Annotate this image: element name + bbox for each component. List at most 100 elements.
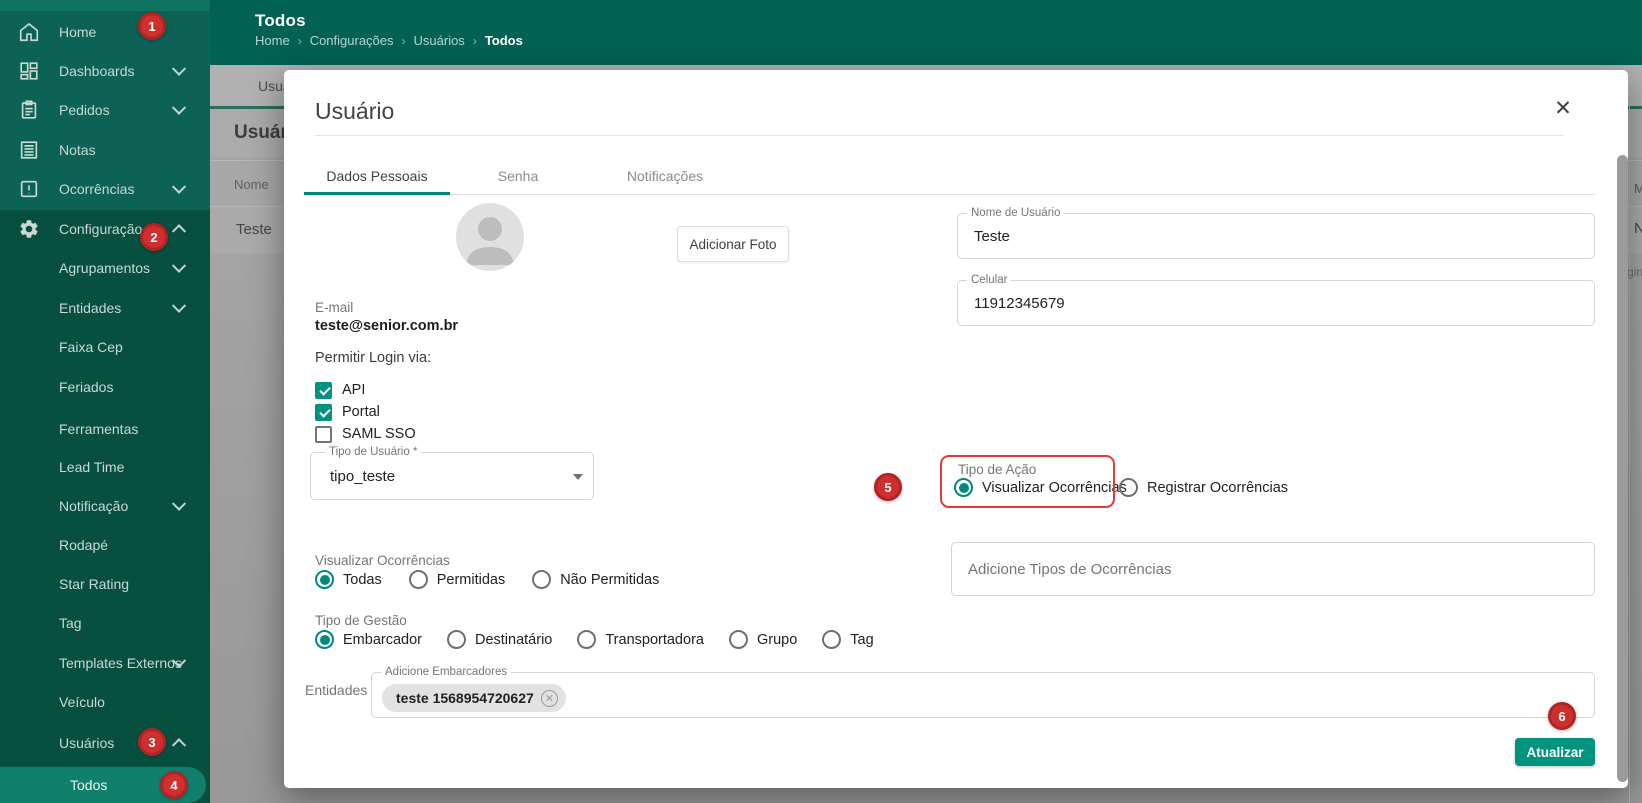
annotation-step-3: 3 (138, 728, 166, 756)
nome-usuario-field[interactable]: Nome de Usuário Teste (957, 207, 1595, 259)
checkbox-saml-sso[interactable]: SAML SSO (315, 424, 416, 444)
background-text-fragment: gin- (1627, 265, 1642, 279)
radio-grupo[interactable]: Grupo (728, 630, 798, 649)
celular-label: Celular (967, 274, 1012, 287)
breadcrumb-separator-icon: › (401, 34, 406, 48)
annotation-step-5: 5 (874, 473, 902, 501)
sidebar-item-ocorrencias[interactable]: Ocorrências (0, 170, 210, 208)
sidebar-item-label: Tag (59, 615, 82, 631)
close-icon[interactable]: ✕ (1550, 96, 1576, 122)
radio-label: Não Permitidas (560, 571, 660, 588)
sidebar-item-notificacao[interactable]: Notificação (0, 487, 210, 525)
screen: Todos Home › Configurações › Usuários › Todos … (0, 0, 1642, 803)
tab-dados-pessoais[interactable]: Dados Pessoais (326, 168, 427, 184)
chevron-down-icon (171, 496, 187, 511)
radio-todas[interactable]: Todas (315, 570, 382, 589)
atualizar-button[interactable]: Atualizar (1515, 738, 1595, 766)
sidebar-item-label: Entidades (59, 300, 122, 316)
sidebar-item-label: Notificação (59, 498, 129, 514)
chevron-down-icon (573, 474, 583, 480)
radio-tag[interactable]: Tag (822, 630, 874, 649)
checkbox-portal[interactable]: Portal (315, 402, 380, 422)
annotation-step-1: 1 (138, 12, 166, 40)
radio-label: Grupo (756, 631, 798, 648)
radio-embarcador[interactable]: Embarcador (315, 630, 422, 649)
sidebar-item-usuarios[interactable]: Usuários (0, 724, 210, 762)
app-header: Todos Home › Configurações › Usuários › Todos (0, 0, 1642, 65)
add-photo-button[interactable]: Adicionar Foto (677, 226, 789, 262)
sidebar-item-label: Pedidos (59, 102, 110, 118)
radio-label: Destinatário (474, 631, 553, 648)
background-text-fragment: M (1634, 181, 1642, 196)
tipos-ocorrencias-input[interactable] (951, 542, 1595, 596)
radio-permitidas[interactable]: Permitidas (408, 570, 506, 589)
sidebar-item-label: Feriados (59, 379, 114, 395)
chevron-up-icon (171, 738, 187, 753)
tab-notificacoes[interactable]: Notificações (627, 168, 703, 184)
sidebar-item-feriados[interactable]: Feriados (0, 368, 210, 406)
radio-nao-permitidas[interactable]: Não Permitidas (532, 570, 659, 589)
checkbox-checked-icon (315, 403, 332, 421)
sidebar-item-label: Configuração (59, 221, 143, 237)
radio-transportadora[interactable]: Transportadora (577, 630, 704, 649)
tab-baseline (304, 194, 1595, 195)
breadcrumb-item-configuracoes[interactable]: Configurações (310, 33, 394, 48)
background-table-divider (1629, 65, 1630, 803)
sidebar-item-faixa-cep[interactable]: Faixa Cep (0, 328, 210, 366)
radio-selected-icon (315, 570, 334, 589)
sidebar-item-rodape[interactable]: Rodapé (0, 526, 210, 564)
sidebar-item-lead-time[interactable]: Lead Time (0, 448, 210, 486)
radio-destinatario[interactable]: Destinatário (446, 630, 553, 649)
background-column-nome: Nome (234, 177, 269, 192)
sidebar-item-agrupamentos[interactable]: Agrupamentos (0, 249, 210, 287)
chevron-down-icon (171, 179, 187, 194)
login-via-label: Permitir Login via: (315, 350, 432, 366)
user-dialog: ✕ Usuário Dados Pessoais Senha Notificaç… (284, 70, 1628, 788)
sidebar-item-pedidos[interactable]: Pedidos (0, 91, 210, 129)
sidebar-item-templates-externos[interactable]: Templates Externos (0, 644, 210, 682)
breadcrumb-item-usuarios[interactable]: Usuários (414, 33, 465, 48)
celular-field[interactable]: Celular 11912345679 (957, 274, 1595, 326)
entidades-field-label: Adicione Embarcadores (381, 666, 512, 679)
sidebar-item-notas[interactable]: Notas (0, 131, 210, 169)
radio-unselected-icon (408, 570, 428, 589)
sidebar-item-configuracao[interactable]: Configuração (0, 210, 210, 248)
chevron-up-icon (171, 224, 187, 239)
chevron-down-icon (171, 258, 187, 273)
breadcrumb-separator-icon: › (472, 34, 477, 48)
radio-unselected-icon (577, 630, 597, 649)
sidebar-item-label: Notas (59, 142, 96, 158)
sidebar-item-entidades[interactable]: Entidades (0, 289, 210, 327)
chevron-down-icon (171, 100, 187, 115)
chevron-down-icon (171, 61, 187, 76)
sidebar-item-veiculo[interactable]: Veículo (0, 683, 210, 721)
radio-label: Permitidas (436, 571, 506, 588)
sidebar-item-ferramentas[interactable]: Ferramentas (0, 410, 210, 448)
radio-selected-icon (315, 630, 334, 649)
dashboard-icon (20, 62, 38, 80)
entity-chip[interactable]: teste 1568954720627 ✕ (382, 684, 566, 712)
checkbox-api[interactable]: API (315, 380, 365, 400)
annotation-step-6: 6 (1548, 702, 1576, 730)
radio-unselected-icon (728, 630, 748, 649)
annotation-step-4: 4 (160, 771, 188, 799)
radio-registrar-ocorrencias[interactable]: Registrar Ocorrências (1119, 478, 1288, 497)
sidebar-item-dashboards[interactable]: Dashboards (0, 52, 210, 90)
divider (315, 135, 1564, 136)
sidebar-item-tag[interactable]: Tag (0, 604, 210, 642)
breadcrumb: Home › Configurações › Usuários › Todos (255, 33, 523, 48)
sidebar-item-star-rating[interactable]: Star Rating (0, 565, 210, 603)
sidebar-item-home[interactable]: Home (0, 13, 210, 51)
email-label: E-mail (315, 300, 354, 315)
alert-icon (20, 180, 38, 198)
tab-senha[interactable]: Senha (498, 168, 538, 184)
tipo-usuario-select[interactable]: Tipo de Usuário * tipo_teste (310, 446, 594, 500)
modal-scrollbar[interactable] (1617, 155, 1628, 782)
breadcrumb-item-home[interactable]: Home (255, 33, 290, 48)
sidebar-item-label: Faixa Cep (59, 339, 123, 355)
breadcrumb-separator-icon: › (297, 34, 302, 48)
visualizar-ocorrencias-label: Visualizar Ocorrências (315, 553, 450, 568)
chip-remove-icon[interactable]: ✕ (540, 689, 558, 707)
sidebar-item-label: Home (59, 24, 97, 40)
sidebar-item-label: Veículo (59, 694, 105, 710)
